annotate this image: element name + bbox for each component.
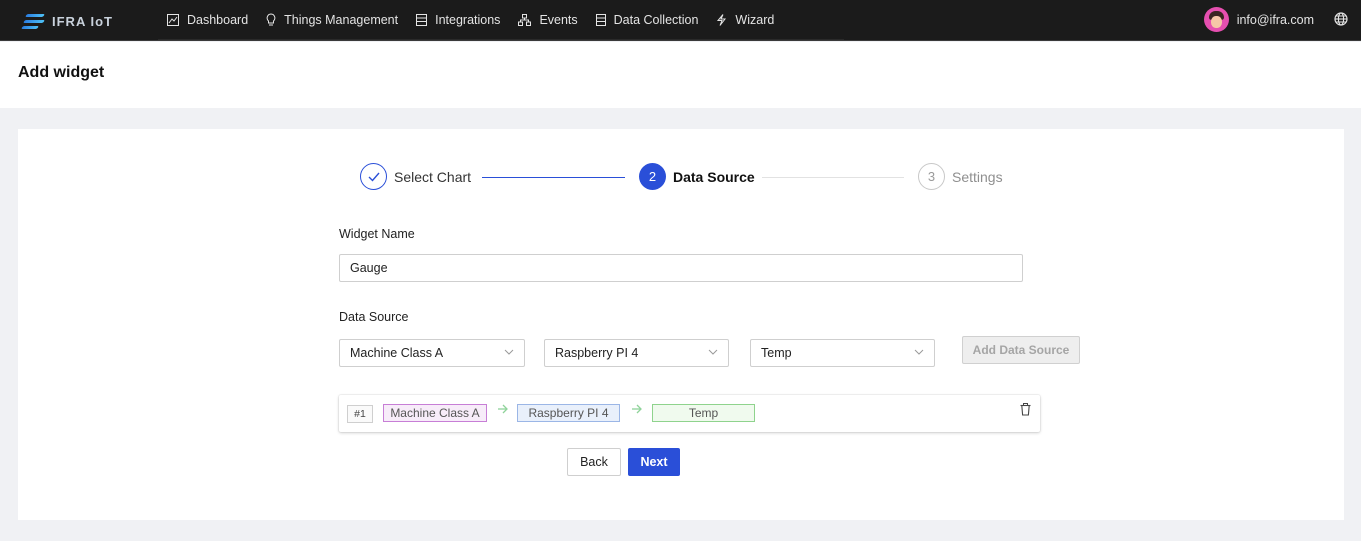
device-tag: Raspberry PI 4 bbox=[517, 404, 620, 422]
arrow-right-icon bbox=[498, 404, 508, 414]
user-menu[interactable]: info@ifra.com bbox=[1203, 7, 1314, 32]
trash-icon[interactable] bbox=[1020, 403, 1031, 416]
brand-logo[interactable]: IFRA IoT bbox=[21, 10, 113, 32]
step-connector-2 bbox=[762, 177, 904, 178]
chevron-down-icon bbox=[504, 349, 514, 355]
chevron-down-icon bbox=[914, 349, 924, 355]
main-nav: Dashboard Things Management Integrations… bbox=[158, 0, 844, 40]
check-icon bbox=[368, 172, 380, 182]
widget-name-input[interactable]: Gauge bbox=[339, 254, 1023, 282]
machine-class-tag: Machine Class A bbox=[383, 404, 487, 422]
sitemap-icon bbox=[518, 13, 532, 26]
step-3-circle[interactable]: 3 bbox=[918, 163, 945, 190]
nav-item-dashboard[interactable]: Dashboard bbox=[167, 13, 248, 27]
user-email: info@ifra.com bbox=[1236, 12, 1314, 27]
database-icon bbox=[595, 13, 606, 26]
globe-icon[interactable] bbox=[1334, 12, 1348, 26]
page-title: Add widget bbox=[18, 64, 105, 81]
nav-label: Wizard bbox=[735, 12, 775, 27]
wizard-card: Select Chart 2 Data Source 3 Settings Wi… bbox=[18, 129, 1344, 520]
nav-item-integrations[interactable]: Integrations bbox=[416, 13, 500, 27]
lightbulb-icon bbox=[266, 13, 276, 26]
device-select[interactable]: Raspberry PI 4 bbox=[544, 339, 729, 367]
bolt-icon bbox=[717, 13, 727, 26]
step-3-label[interactable]: Settings bbox=[952, 169, 1003, 185]
data-source-label: Data Source bbox=[339, 310, 409, 324]
arrow-right-icon bbox=[632, 404, 642, 414]
page-header: Add widget bbox=[0, 42, 1361, 108]
avatar bbox=[1203, 7, 1229, 32]
select-value: Raspberry PI 4 bbox=[555, 346, 639, 360]
step-connector-1 bbox=[482, 177, 625, 178]
nav-item-data-collection[interactable]: Data Collection bbox=[595, 12, 699, 27]
chevron-down-icon bbox=[708, 349, 718, 355]
step-1-label[interactable]: Select Chart bbox=[394, 169, 471, 185]
nav-label: Things Management bbox=[284, 12, 399, 27]
server-icon bbox=[416, 13, 428, 26]
back-button[interactable]: Back bbox=[567, 448, 621, 476]
nav-label: Events bbox=[539, 12, 578, 27]
add-data-source-button[interactable]: Add Data Source bbox=[962, 336, 1080, 364]
machine-class-select[interactable]: Machine Class A bbox=[339, 339, 525, 367]
nav-label: Data Collection bbox=[613, 12, 699, 27]
data-source-row: #1 Machine Class A Raspberry PI 4 Temp bbox=[339, 395, 1040, 432]
step-2-circle[interactable]: 2 bbox=[639, 163, 666, 190]
top-navbar: IFRA IoT Dashboard Things Management Int… bbox=[0, 0, 1361, 41]
nav-label: Dashboard bbox=[187, 12, 249, 27]
step-2-label[interactable]: Data Source bbox=[673, 169, 755, 185]
next-button[interactable]: Next bbox=[628, 448, 680, 476]
widget-name-label: Widget Name bbox=[339, 227, 415, 241]
metric-select[interactable]: Temp bbox=[750, 339, 935, 367]
chart-line-icon bbox=[167, 13, 179, 26]
row-index-badge: #1 bbox=[347, 405, 373, 423]
nav-item-events[interactable]: Events bbox=[518, 12, 578, 27]
metric-tag: Temp bbox=[652, 404, 755, 422]
select-value: Temp bbox=[761, 346, 792, 360]
step-1-circle[interactable] bbox=[360, 163, 387, 190]
nav-item-wizard[interactable]: Wizard bbox=[716, 13, 774, 27]
select-value: Machine Class A bbox=[350, 346, 444, 360]
logo-icon bbox=[21, 12, 46, 30]
nav-item-things-management[interactable]: Things Management bbox=[266, 13, 398, 27]
nav-label: Integrations bbox=[435, 12, 501, 27]
brand-name: IFRA IoT bbox=[52, 13, 113, 29]
